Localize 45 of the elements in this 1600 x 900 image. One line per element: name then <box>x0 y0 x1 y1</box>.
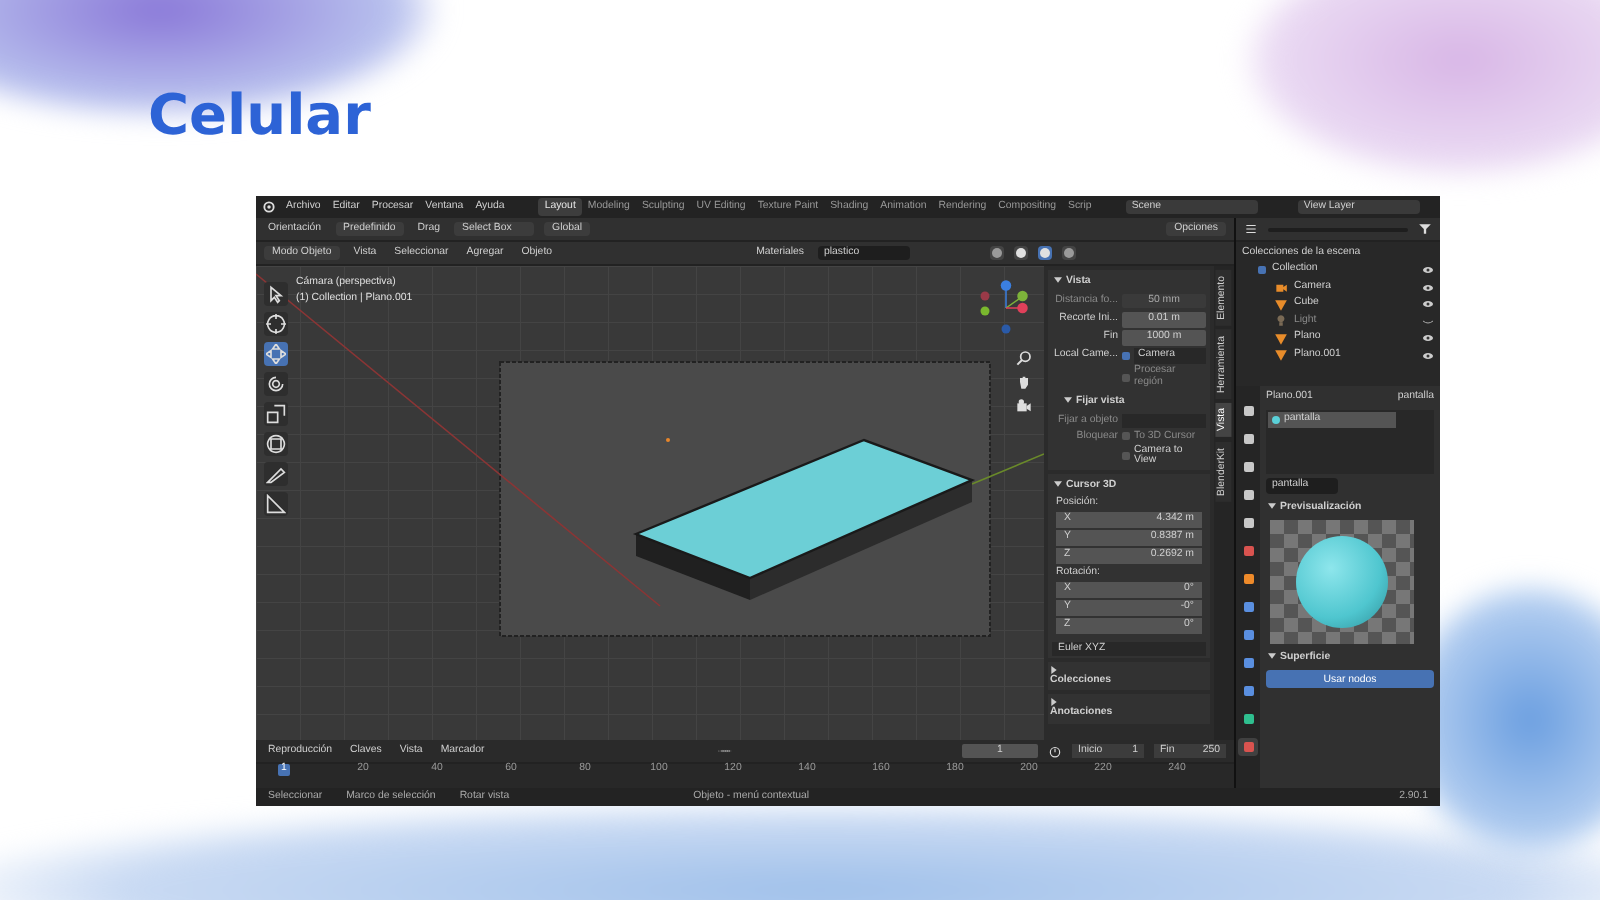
phone-drawing[interactable] <box>632 438 976 600</box>
eye-icon[interactable] <box>1422 334 1434 342</box>
camera-icon <box>1274 280 1288 294</box>
triangle-icon <box>1274 297 1288 311</box>
pencil-icon[interactable] <box>264 462 288 486</box>
move-arrows-icon[interactable] <box>264 342 288 366</box>
scale-squares-icon[interactable] <box>264 402 288 426</box>
shading-mode-button[interactable] <box>1038 246 1052 260</box>
disclosure-triangle-icon[interactable] <box>1050 697 1058 706</box>
camera-icon[interactable] <box>1016 398 1032 414</box>
rotate-icon[interactable] <box>264 372 288 396</box>
checkbox[interactable] <box>1122 432 1130 441</box>
bulb-icon <box>1274 314 1288 328</box>
logo-icon[interactable] <box>262 200 276 214</box>
crosshair-circle-icon[interactable] <box>264 312 288 336</box>
slide-title: Celular <box>148 88 371 148</box>
checkbox[interactable] <box>1122 352 1130 361</box>
disclosure-triangle-icon[interactable] <box>1054 479 1062 488</box>
transform-icon[interactable] <box>264 432 288 456</box>
shading-mode-button[interactable] <box>990 246 1004 260</box>
stopwatch-icon[interactable] <box>1048 744 1062 758</box>
eye-icon[interactable] <box>1422 351 1434 359</box>
closed-eye-icon[interactable] <box>1422 317 1434 325</box>
shading-mode-button[interactable] <box>1014 246 1028 260</box>
ruler-triangle-icon[interactable] <box>264 492 288 516</box>
list-icon[interactable] <box>1244 222 1258 236</box>
eye-icon[interactable] <box>1422 283 1434 291</box>
disclosure-triangle-icon[interactable] <box>1050 665 1058 674</box>
sphere-drawing <box>1296 536 1388 629</box>
shading-mode-button[interactable] <box>1062 246 1076 260</box>
eye-icon[interactable] <box>1422 300 1434 308</box>
playback-controls-icon[interactable] <box>718 744 733 758</box>
disclosure-triangle-icon[interactable] <box>1268 651 1276 660</box>
hand-icon[interactable] <box>1016 374 1032 390</box>
disclosure-triangle-icon[interactable] <box>1054 275 1062 283</box>
checkbox[interactable] <box>1122 374 1130 383</box>
cursor-arrow-icon[interactable] <box>264 282 288 306</box>
filter-icon[interactable] <box>1418 222 1432 236</box>
y-axis-line <box>971 453 1044 485</box>
disclosure-triangle-icon[interactable] <box>1268 501 1276 509</box>
checkbox[interactable] <box>1122 452 1130 461</box>
checkbox[interactable] <box>1258 266 1266 274</box>
zoom-icon[interactable] <box>1016 350 1032 366</box>
disclosure-triangle-icon[interactable] <box>1064 395 1072 404</box>
eye-icon[interactable] <box>1422 266 1434 274</box>
